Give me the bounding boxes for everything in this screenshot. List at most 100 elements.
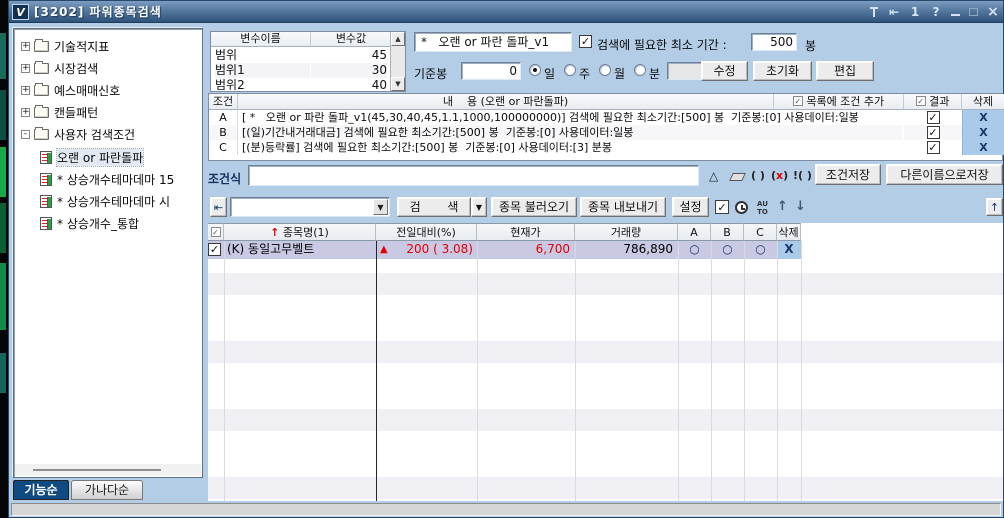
titlebar[interactable]: V [3202] 파워종목검색 ⇤ 1 ? × — [9, 1, 1003, 23]
scrollbar-thumb[interactable] — [33, 469, 161, 471]
price-header[interactable]: 현재가 — [477, 223, 575, 241]
tree-item-user-conditions[interactable]: - 사용자 검색조건 — [21, 125, 135, 144]
tree-item-technical-indicators[interactable]: + 기술적지표 — [21, 37, 109, 56]
chevron-down-icon[interactable]: ▼ — [373, 199, 388, 215]
radio-month[interactable] — [599, 64, 611, 76]
variable-value[interactable]: 30 — [311, 63, 387, 78]
tree-item-oren-or-blue-breakout[interactable]: 오랜 or 파란돌파 — [40, 148, 143, 167]
volume-cell[interactable]: 786,890 — [575, 241, 678, 259]
add-to-list-header[interactable]: ✓ 목록에 조건 추가 — [774, 94, 904, 110]
variable-name[interactable]: 범위2 — [215, 78, 310, 93]
condition-result-cell[interactable]: ✓ — [904, 125, 962, 140]
tree-item-rising-count-theme-15[interactable]: * 상승개수테마데마 15 — [40, 170, 174, 189]
radio-week-label[interactable]: 주 — [579, 65, 590, 82]
variable-value-header[interactable]: 변수값 — [311, 32, 391, 47]
expand-icon[interactable]: + — [21, 86, 30, 95]
select-all-header[interactable]: ✓ — [208, 223, 224, 241]
min-period-input[interactable]: 500 — [751, 33, 797, 51]
minimize-button[interactable] — [951, 14, 960, 16]
result-col-header[interactable]: ✓ 결과 — [904, 94, 962, 110]
row-delete-button[interactable]: X — [777, 241, 801, 259]
not-paren-tool-icon[interactable]: !( ) — [793, 169, 812, 182]
scroll-up-button[interactable]: ▲ — [391, 32, 405, 46]
search-options-arrow[interactable]: ▼ — [471, 197, 487, 217]
tree-item-rising-count-total[interactable]: * 상승개수_통합 — [40, 214, 139, 233]
collapse-icon[interactable]: - — [21, 130, 30, 139]
variable-name[interactable]: 범위1 — [215, 63, 310, 78]
export-stocks-button[interactable]: 종목 내보내기 — [580, 197, 666, 217]
paren-x-tool-icon[interactable]: (x) — [771, 169, 788, 182]
tree-item-yes-signal[interactable]: + 예스매매신호 — [21, 81, 120, 100]
radio-day-label[interactable]: 일 — [544, 65, 555, 82]
tree-horizontal-scrollbar[interactable] — [15, 464, 201, 476]
variable-scrollbar[interactable]: ▲ ▼ — [390, 32, 405, 91]
modify-button[interactable]: 수정 — [701, 61, 748, 81]
auto-icon[interactable]: AUTO — [757, 200, 768, 216]
auto-search-checkbox[interactable]: ✓ — [715, 200, 729, 214]
reset-button[interactable]: 초기화 — [753, 61, 812, 81]
condition-delete-button[interactable]: X — [962, 125, 1004, 140]
expand-icon[interactable]: + — [21, 64, 30, 73]
formula-input[interactable]: A and B and C — [248, 165, 699, 186]
result-checkbox[interactable]: ✓ — [927, 126, 940, 139]
paren-tool-icon[interactable]: ( ) — [751, 169, 765, 182]
tab-function-order[interactable]: 기능순 — [13, 480, 69, 500]
price-cell[interactable]: 6,700 — [477, 241, 575, 259]
change-cell[interactable]: ▲200 ( 3.08) — [376, 241, 477, 259]
variable-value[interactable]: 40 — [311, 78, 387, 93]
tree-item-rising-count-theme-si[interactable]: * 상승개수테마데마 시 — [40, 192, 170, 211]
min-period-checkbox[interactable]: ✓ — [579, 35, 592, 48]
variable-name-header[interactable]: 변수이름 — [211, 32, 311, 47]
tab-alphabet-order[interactable]: 가나다순 — [71, 480, 143, 500]
condition-text[interactable]: [(분)등락률] 검색에 필요한 최소기간:[500] 봉 기준봉:[0] 사용… — [242, 140, 902, 155]
triangle-tool-icon[interactable]: △ — [709, 169, 718, 183]
move-up-icon[interactable]: ↑ — [777, 199, 788, 214]
expand-icon[interactable]: + — [21, 108, 30, 117]
edit-button[interactable]: 편집 — [816, 61, 874, 81]
condition-id[interactable]: C — [209, 140, 238, 155]
condition-result-cell[interactable]: ✓ — [904, 140, 962, 155]
move-down-icon[interactable]: ↓ — [795, 199, 806, 214]
radio-minute-label[interactable]: 분 — [649, 65, 660, 82]
pop-out-icon[interactable]: ↑ — [986, 198, 1003, 216]
condition-dropdown[interactable]: 오랜 or 파란돌파 ▼ — [230, 197, 390, 217]
collapse-left-icon[interactable]: ⇤ — [210, 197, 227, 217]
cond-a-header[interactable]: A — [678, 223, 711, 241]
stock-name-header[interactable]: ↑ 종목명(1) — [224, 223, 376, 241]
save-condition-button[interactable]: 조건저장 — [815, 164, 881, 185]
expand-icon[interactable]: + — [21, 42, 30, 51]
scroll-down-button[interactable]: ▼ — [391, 77, 405, 91]
condition-delete-button[interactable]: X — [962, 140, 1004, 155]
close-button[interactable]: × — [987, 5, 999, 19]
delete-header[interactable]: 삭제 — [777, 223, 801, 241]
pin-icon[interactable] — [869, 6, 879, 18]
volume-header[interactable]: 거래량 — [575, 223, 678, 241]
cond-c-header[interactable]: C — [744, 223, 777, 241]
base-bar-input[interactable]: 0 — [461, 62, 521, 80]
condition-result-cell[interactable]: ✓ — [904, 110, 962, 125]
tree-item-candle-pattern[interactable]: + 캔들패턴 — [21, 103, 98, 122]
condition-name-input[interactable]: * 오랜 or 파란 돌파_v1 — [414, 32, 572, 52]
radio-week[interactable] — [564, 64, 576, 76]
row-checkbox-cell[interactable]: ✓ — [208, 241, 224, 259]
variable-name[interactable]: 범위 — [215, 48, 310, 63]
screen-one-button[interactable]: 1 — [909, 5, 921, 19]
cond-b-header[interactable]: B — [711, 223, 744, 241]
variable-value[interactable]: 45 — [311, 48, 387, 63]
condition-text[interactable]: [(일)기간내거래대금] 검색에 필요한 최소기간:[500] 봉 기준봉:[0… — [242, 125, 902, 140]
clock-icon[interactable] — [735, 201, 748, 214]
condition-id[interactable]: B — [209, 125, 238, 140]
condition-id[interactable]: A — [209, 110, 238, 125]
settings-button[interactable]: 설정 — [672, 197, 709, 217]
result-checkbox[interactable]: ✓ — [927, 141, 940, 154]
stock-name-cell[interactable]: (K) 동일고무벨트 — [224, 241, 376, 259]
eraser-tool-icon[interactable] — [729, 173, 746, 181]
radio-day[interactable] — [529, 64, 541, 76]
radio-minute[interactable] — [634, 64, 646, 76]
dock-left-icon[interactable]: ⇤ — [888, 5, 900, 19]
help-button[interactable]: ? — [930, 5, 942, 19]
search-button[interactable]: 검 색 — [397, 197, 471, 217]
row-checkbox[interactable]: ✓ — [208, 243, 221, 256]
condition-text[interactable]: [ * 오랜 or 파란 돌파_v1(45,30,40,45,1.1,1000,… — [242, 110, 902, 125]
save-as-button[interactable]: 다른이름으로저장 — [886, 164, 1003, 185]
